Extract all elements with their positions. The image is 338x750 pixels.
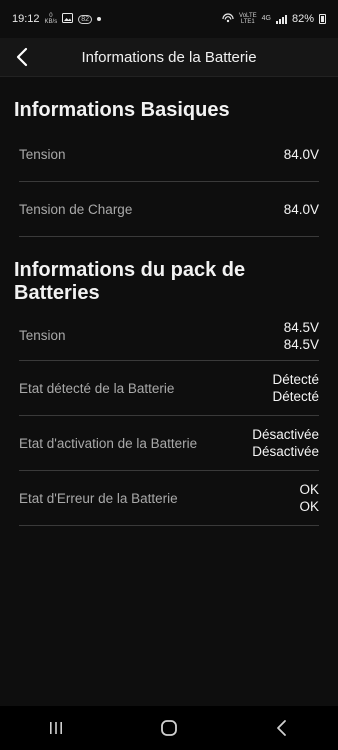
basic-info-list: Tension 84.0V Tension de Charge 84.0V bbox=[0, 128, 338, 237]
pack-label: Tension bbox=[19, 328, 66, 343]
home-button[interactable] bbox=[149, 713, 189, 743]
section-basic-info: Informations Basiques Tension 84.0V Tens… bbox=[0, 99, 338, 237]
back-button[interactable] bbox=[12, 46, 34, 68]
volte-indicator: VoLTE LTE1 bbox=[239, 13, 257, 25]
info-row-tension: Tension 84.0V bbox=[19, 128, 319, 182]
pack-value-2: Détecté bbox=[272, 389, 319, 404]
page-title: Informations de la Batterie bbox=[81, 48, 257, 66]
battery-icon bbox=[319, 14, 326, 24]
pack-value-1: 84.5V bbox=[283, 319, 319, 335]
pack-value-1: OK bbox=[299, 482, 319, 497]
info-label: Tension de Charge bbox=[19, 201, 133, 217]
pack-values: Désactivée Désactivée bbox=[252, 426, 319, 460]
status-bar: 19:12 0 KB/s 82 VoLTE LTE1 4G 82% bbox=[0, 0, 338, 38]
system-back-button[interactable] bbox=[262, 713, 302, 743]
status-bar-left: 19:12 0 KB/s 82 bbox=[12, 12, 101, 26]
battery-percent: 82% bbox=[291, 13, 314, 25]
pack-info-list: Tension 84.5V 84.5V Etat détecté de la B… bbox=[0, 311, 338, 526]
pack-row-activation: Etat d'activation de la Batterie Désacti… bbox=[19, 416, 319, 471]
gallery-icon bbox=[62, 12, 74, 26]
recents-button[interactable] bbox=[36, 713, 76, 743]
pack-values: Détecté Détecté bbox=[272, 371, 319, 405]
pack-values: 84.5V 84.5V bbox=[284, 319, 319, 353]
hotspot-icon bbox=[222, 12, 234, 26]
app-header: Informations de la Batterie bbox=[0, 38, 338, 77]
info-label: Tension bbox=[19, 147, 66, 162]
info-row-charge-voltage: Tension de Charge 84.0V bbox=[19, 182, 319, 237]
system-nav-bar bbox=[0, 706, 338, 750]
pack-value-2: 84.5V bbox=[283, 336, 319, 352]
pack-value-1: Désactivée bbox=[252, 427, 319, 442]
pack-row-detected: Etat détecté de la Batterie Détecté Déte… bbox=[19, 361, 319, 416]
signal-icon bbox=[275, 14, 287, 24]
pack-values: OK OK bbox=[299, 481, 319, 515]
section-title-pack: Informations du pack de Batteries bbox=[14, 259, 246, 304]
pack-value-1: Détecté bbox=[272, 372, 319, 387]
pack-label: Etat détecté de la Batterie bbox=[19, 380, 175, 396]
chevron-left-icon bbox=[16, 47, 28, 67]
pack-label: Etat d'activation de la Batterie bbox=[19, 435, 198, 451]
section-title-basic: Informations Basiques bbox=[14, 99, 230, 121]
more-notifications-icon bbox=[97, 17, 101, 21]
network-type: 4G bbox=[261, 15, 271, 22]
pack-label: Etat d'Erreur de la Batterie bbox=[19, 490, 178, 506]
network-speed: 0 KB/s bbox=[45, 13, 58, 25]
home-icon bbox=[161, 720, 177, 736]
pack-row-error: Etat d'Erreur de la Batterie OK OK bbox=[19, 471, 319, 526]
notification-badge: 82 bbox=[78, 14, 92, 24]
status-time: 19:12 bbox=[12, 13, 40, 25]
section-pack-info: Informations du pack de Batteries Tensio… bbox=[0, 259, 338, 526]
pack-value-2: Désactivée bbox=[252, 444, 319, 459]
back-icon bbox=[276, 720, 286, 736]
info-value: 84.0V bbox=[283, 201, 319, 217]
status-bar-right: VoLTE LTE1 4G 82% bbox=[222, 12, 326, 26]
info-value: 84.0V bbox=[283, 147, 319, 162]
lte-label: LTE1 bbox=[240, 19, 255, 25]
pack-row-tension: Tension 84.5V 84.5V bbox=[19, 311, 319, 361]
pack-value-2: OK bbox=[299, 499, 319, 514]
recents-icon bbox=[50, 722, 63, 734]
network-speed-unit: KB/s bbox=[44, 19, 58, 25]
